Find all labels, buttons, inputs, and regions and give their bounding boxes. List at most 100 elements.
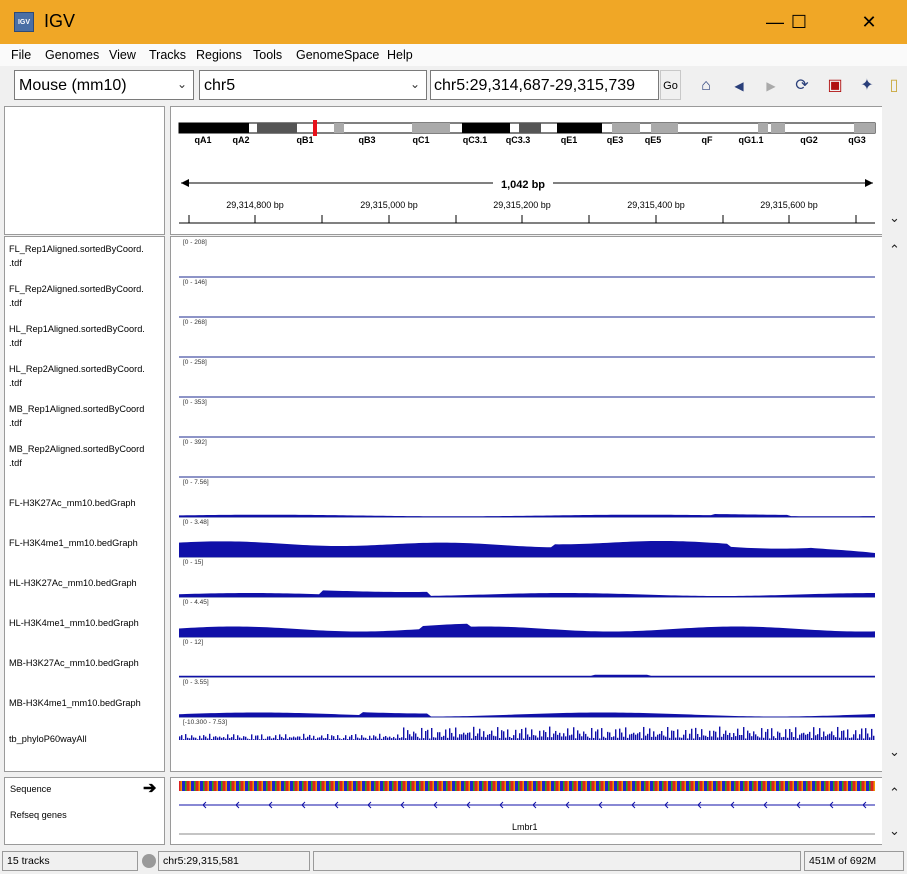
sequence-base — [740, 781, 742, 791]
feature-scrollbar[interactable]: ⌃ ⌄ — [882, 777, 904, 845]
maximize-button[interactable]: ☐ — [776, 8, 822, 36]
sequence-base — [827, 781, 829, 791]
phylop-bar — [235, 739, 237, 740]
phylop-bar — [515, 729, 517, 740]
phylop-bar — [411, 736, 413, 740]
phylop-bar — [519, 733, 521, 740]
sequence-base — [788, 781, 790, 791]
phylop-bar — [403, 727, 405, 740]
sequence-base — [578, 781, 580, 791]
menu-view[interactable]: View — [109, 48, 136, 62]
track-name[interactable]: FL-H3K4me1_mm10.bedGraph — [9, 536, 169, 550]
close-button[interactable]: ✕ — [846, 8, 892, 36]
phylop-bar — [505, 737, 507, 740]
sequence-base — [357, 781, 359, 791]
strand-arrow-icon[interactable]: ➔ — [143, 778, 156, 798]
sequence-base — [608, 781, 610, 791]
chevron-up-icon[interactable]: ⌃ — [889, 242, 900, 258]
phylop-bar — [713, 730, 715, 740]
phylop-bar — [783, 736, 785, 740]
sequence-base — [428, 781, 430, 791]
menu-help[interactable]: Help — [387, 48, 413, 62]
track-name[interactable]: FL_Rep2Aligned.sortedByCoord. .tdf — [9, 282, 169, 310]
roi-icon[interactable]: ▣ — [823, 74, 847, 98]
sequence-base — [743, 781, 745, 791]
feature-svg[interactable] — [171, 778, 883, 846]
chevron-down-icon[interactable]: ⌄ — [889, 210, 900, 226]
sequence-base — [738, 781, 740, 791]
resize-icon[interactable]: ✦ — [855, 74, 879, 98]
track-name-line2: .tdf — [9, 378, 22, 388]
header-scrollbar[interactable]: ⌄ — [882, 106, 904, 235]
forward-icon[interactable]: ▶ — [759, 74, 783, 98]
track-name[interactable]: FL_Rep1Aligned.sortedByCoord. .tdf — [9, 242, 169, 270]
refresh-icon[interactable]: ⟳ — [790, 74, 814, 98]
home-icon[interactable]: ⌂ — [694, 74, 718, 98]
sequence-base — [257, 781, 259, 791]
phylop-bar — [289, 737, 291, 740]
data-scrollbar[interactable]: ⌃ ⌄ — [882, 236, 904, 772]
chevron-down-icon: ⌄ — [409, 77, 420, 91]
sequence-base — [794, 781, 796, 791]
locus-input[interactable]: chr5:29,314,687-29,315,739 — [430, 70, 659, 100]
sequence-base — [546, 781, 548, 791]
phylop-bar — [551, 737, 553, 740]
menu-tracks[interactable]: Tracks — [149, 48, 186, 62]
track-name[interactable]: HL-H3K4me1_mm10.bedGraph — [9, 616, 169, 630]
sequence-base — [852, 781, 854, 791]
menu-tools[interactable]: Tools — [253, 48, 282, 62]
phylop-bar — [481, 736, 483, 740]
sequence-base — [471, 781, 473, 791]
phylop-bar — [739, 734, 741, 740]
sequence-base — [512, 781, 514, 791]
phylop-bar — [741, 735, 743, 740]
sequence-base — [264, 781, 266, 791]
track-name[interactable]: MB_Rep1Aligned.sortedByCoord .tdf — [9, 402, 169, 430]
track-name[interactable]: HL-H3K27Ac_mm10.bedGraph — [9, 576, 169, 590]
track-name[interactable]: HL_Rep1Aligned.sortedByCoord. .tdf — [9, 322, 169, 350]
track-name[interactable]: MB-H3K4me1_mm10.bedGraph — [9, 696, 169, 710]
status-message — [313, 851, 801, 871]
sequence-base — [536, 781, 538, 791]
chevron-down-icon[interactable]: ⌄ — [889, 823, 900, 839]
position-readout: chr5:29,315,581 — [158, 851, 310, 871]
phylop-bar — [629, 734, 631, 740]
track-name[interactable]: MB_Rep2Aligned.sortedByCoord .tdf — [9, 442, 169, 470]
genome-dropdown[interactable]: Mouse (mm10) ⌄ — [14, 70, 194, 100]
go-button[interactable]: Go — [660, 70, 681, 100]
chevron-up-icon[interactable]: ⌃ — [889, 785, 900, 801]
phylop-bar — [823, 731, 825, 740]
track-name[interactable]: HL_Rep2Aligned.sortedByCoord. .tdf — [9, 362, 169, 390]
back-icon[interactable]: ◀ — [727, 74, 751, 98]
phylop-bar — [415, 733, 417, 740]
menu-genomespace[interactable]: GenomeSpace — [296, 48, 379, 62]
chevron-down-icon[interactable]: ⌄ — [889, 744, 900, 760]
phylop-bar — [565, 736, 567, 740]
track-name[interactable]: MB-H3K27Ac_mm10.bedGraph — [9, 656, 169, 670]
menu-genomes[interactable]: Genomes — [45, 48, 99, 62]
sequence-base — [636, 781, 638, 791]
sequence-base — [477, 781, 479, 791]
phylop-bar — [213, 736, 215, 740]
chromosome-dropdown[interactable]: chr5 ⌄ — [199, 70, 427, 100]
track-signal-svg[interactable] — [171, 237, 883, 773]
menu-regions[interactable]: Regions — [196, 48, 242, 62]
phylop-bar — [555, 730, 557, 740]
chromosome-ideogram[interactable] — [178, 120, 876, 136]
gene-name-label[interactable]: Lmbr1 — [512, 822, 538, 832]
phylop-bar — [785, 729, 787, 740]
sequence-base — [260, 781, 262, 791]
phylop-bar — [257, 735, 259, 740]
popup-info-icon[interactable]: ▯ — [884, 74, 904, 98]
phylop-bar — [539, 730, 541, 740]
sequence-base — [782, 781, 784, 791]
sequence-base — [186, 781, 188, 791]
phylop-bar — [593, 737, 595, 740]
track-name[interactable]: FL-H3K27Ac_mm10.bedGraph — [9, 496, 169, 510]
phylop-bar — [253, 739, 255, 740]
refseq-track-label[interactable]: Refseq genes — [10, 808, 170, 822]
track-name[interactable]: tb_phyloP60wayAll — [9, 732, 169, 746]
sequence-base — [234, 781, 236, 791]
phylop-bar — [639, 732, 641, 740]
menu-file[interactable]: File — [11, 48, 31, 62]
